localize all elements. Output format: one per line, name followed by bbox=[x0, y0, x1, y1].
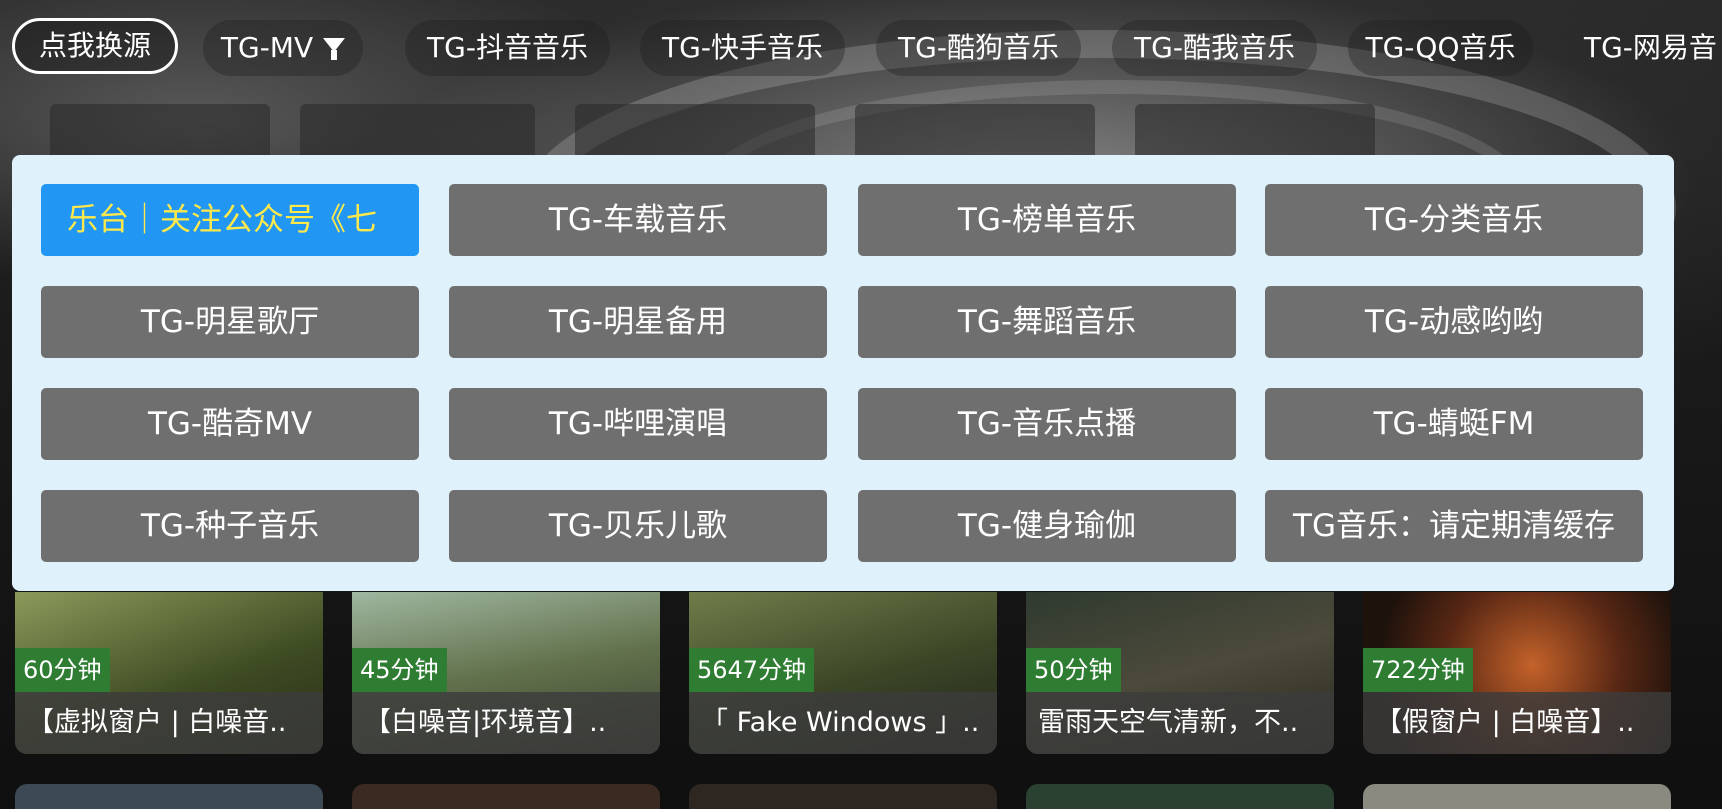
source-option-label: 乐台｜关注公众号《七 bbox=[67, 202, 377, 238]
video-card-partial[interactable] bbox=[689, 784, 997, 809]
video-card[interactable]: 5647分钟 「 Fake Windows 」.. bbox=[689, 592, 997, 754]
tab-label: TG-抖音音乐 bbox=[427, 31, 588, 64]
tab-kuaishou-music[interactable]: TG-快手音乐 bbox=[640, 20, 845, 76]
filter-icon[interactable] bbox=[323, 38, 346, 60]
source-option[interactable]: TG-动感哟哟 bbox=[1265, 286, 1643, 358]
video-title: 雷雨天空气清新，不.. bbox=[1026, 692, 1334, 754]
source-option[interactable]: TG-分类音乐 bbox=[1265, 184, 1643, 256]
source-option-selected[interactable]: 乐台｜关注公众号《七 bbox=[41, 184, 419, 256]
source-option[interactable]: TG-酷奇MV bbox=[41, 388, 419, 460]
video-title: 【虚拟窗户 | 白噪音.. bbox=[15, 692, 323, 754]
tab-kuwo-music[interactable]: TG-酷我音乐 bbox=[1112, 20, 1317, 76]
duration-badge: 722分钟 bbox=[1363, 648, 1473, 692]
source-option[interactable]: TG-车载音乐 bbox=[449, 184, 827, 256]
tab-qq-music[interactable]: TG-QQ音乐 bbox=[1348, 20, 1533, 76]
source-option[interactable]: TG-明星歌厅 bbox=[41, 286, 419, 358]
video-title: 「 Fake Windows 」.. bbox=[689, 692, 997, 754]
video-title: 【白噪音|环境音】.. bbox=[352, 692, 660, 754]
tab-label: TG-QQ音乐 bbox=[1365, 31, 1516, 64]
tab-label: TG-酷我音乐 bbox=[1134, 31, 1295, 64]
tab-netease-music[interactable]: TG-网易音 bbox=[1570, 20, 1722, 76]
source-option[interactable]: TG-种子音乐 bbox=[41, 490, 419, 562]
tab-tg-mv[interactable]: TG-MV bbox=[203, 20, 363, 76]
source-option[interactable]: TG-蜻蜓FM bbox=[1265, 388, 1643, 460]
source-option[interactable]: TG-榜单音乐 bbox=[858, 184, 1236, 256]
source-option[interactable]: TG-健身瑜伽 bbox=[858, 490, 1236, 562]
tab-label: TG-酷狗音乐 bbox=[898, 31, 1059, 64]
video-card-partial[interactable] bbox=[352, 784, 660, 809]
source-option[interactable]: TG音乐：请定期清缓存 bbox=[1265, 490, 1643, 562]
source-option[interactable]: TG-舞蹈音乐 bbox=[858, 286, 1236, 358]
video-card[interactable]: 722分钟 【假窗户 | 白噪音】.. bbox=[1363, 592, 1671, 754]
tab-kugou-music[interactable]: TG-酷狗音乐 bbox=[876, 20, 1081, 76]
source-option[interactable]: TG-音乐点播 bbox=[858, 388, 1236, 460]
duration-badge: 5647分钟 bbox=[689, 648, 815, 692]
video-card-partial[interactable] bbox=[1363, 784, 1671, 809]
video-title: 【假窗户 | 白噪音】.. bbox=[1363, 692, 1671, 754]
tab-label: TG-快手音乐 bbox=[662, 31, 823, 64]
video-card[interactable]: 60分钟 【虚拟窗户 | 白噪音.. bbox=[15, 592, 323, 754]
video-card-partial[interactable] bbox=[1026, 784, 1334, 809]
video-card-partial[interactable] bbox=[15, 784, 323, 809]
duration-badge: 50分钟 bbox=[1026, 648, 1121, 692]
video-card[interactable]: 45分钟 【白噪音|环境音】.. bbox=[352, 592, 660, 754]
source-option[interactable]: TG-贝乐儿歌 bbox=[449, 490, 827, 562]
source-selection-panel: 乐台｜关注公众号《七 TG-车载音乐 TG-榜单音乐 TG-分类音乐 TG-明星… bbox=[12, 155, 1674, 591]
top-tab-bar: 点我换源 TG-MV TG-抖音音乐 TG-快手音乐 TG-酷狗音乐 TG-酷我… bbox=[0, 0, 1722, 96]
switch-source-label: 点我换源 bbox=[38, 29, 151, 62]
duration-badge: 45分钟 bbox=[352, 648, 447, 692]
switch-source-button[interactable]: 点我换源 bbox=[12, 18, 178, 74]
tab-label: TG-网易音 bbox=[1584, 31, 1717, 64]
source-option[interactable]: TG-明星备用 bbox=[449, 286, 827, 358]
duration-badge: 60分钟 bbox=[15, 648, 110, 692]
tab-douyin-music[interactable]: TG-抖音音乐 bbox=[405, 20, 610, 76]
tab-label: TG-MV bbox=[220, 31, 314, 64]
source-option[interactable]: TG-哔哩演唱 bbox=[449, 388, 827, 460]
video-card[interactable]: 50分钟 雷雨天空气清新，不.. bbox=[1026, 592, 1334, 754]
